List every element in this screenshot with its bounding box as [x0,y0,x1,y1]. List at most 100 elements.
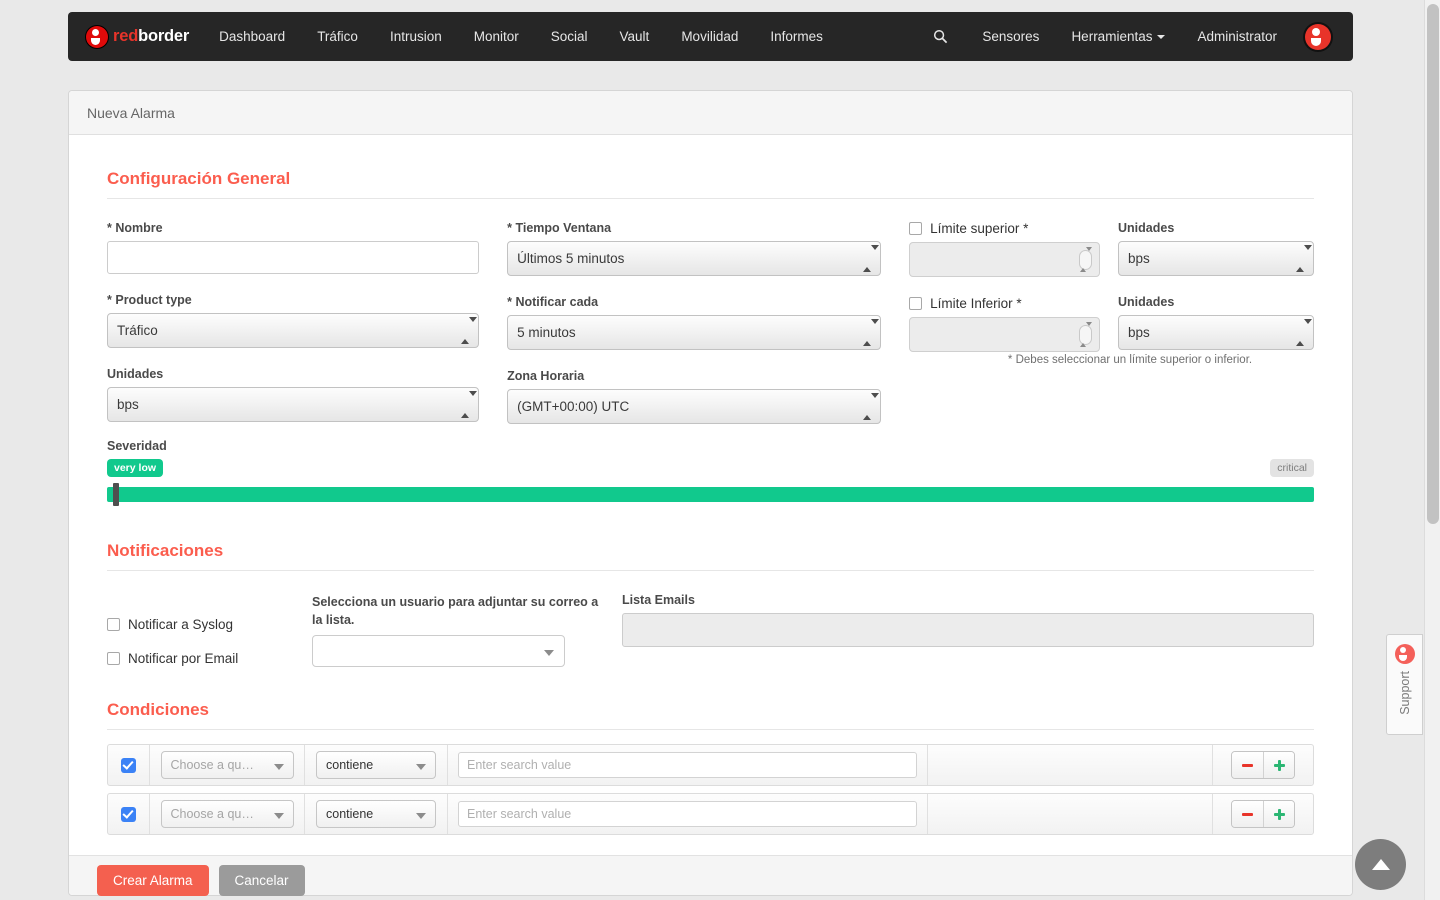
brand-logo[interactable]: redborder [86,25,189,48]
chevron-down-icon [416,764,426,770]
add-condition-button[interactable] [1263,752,1294,778]
field-nombre: * Nombre [107,221,480,274]
remove-condition-button[interactable] [1232,752,1263,778]
required-marker: * [507,221,512,235]
limite-superior-checkbox[interactable] [909,222,923,235]
nav-item-movilidad[interactable]: Movilidad [665,12,754,61]
condition-value-input[interactable] [458,752,917,778]
scrollbar-thumb[interactable] [1427,4,1439,524]
label-unidades-superior: Unidades [1118,221,1175,235]
form-column-2: * Tiempo Ventana Últimos 5 minutos * Not… [507,221,909,443]
condition-operator-cell: contiene [305,794,448,834]
syslog-checkbox[interactable] [107,618,120,631]
chevron-down-icon [273,813,284,819]
required-marker: * [507,295,512,309]
create-alarm-button[interactable]: Crear Alarma [97,865,209,896]
unidades-select[interactable]: bps [107,387,480,422]
nombre-input[interactable] [107,241,480,274]
support-label: Support [1397,671,1412,715]
condiciones-list: Choose a qu… contiene Enter search value… [107,744,1314,835]
label-syslog: Notificar a Syslog [128,617,234,632]
brand-red: red [113,27,139,45]
email-checkbox[interactable] [107,652,120,665]
nav-item-social[interactable]: Social [535,12,604,61]
nav-item-monitor[interactable]: Monitor [458,12,535,61]
label-nombre-text: Nombre [115,221,163,235]
redborder-logo-icon [86,25,108,48]
unidades-inferior-select[interactable]: bps [1118,315,1315,350]
condition-operator-select[interactable]: contiene [316,751,436,779]
condition-value-input[interactable] [458,801,917,827]
unidades-superior-select[interactable]: bps [1118,241,1315,276]
product-type-select[interactable]: Tráfico [107,313,480,348]
chevron-down-icon [1157,35,1166,40]
condition-actions-cell [1213,745,1313,785]
section-title-notificaciones: Notificaciones [107,541,224,560]
condition-field-cell: Choose a qu… [150,745,305,785]
remove-condition-button[interactable] [1232,801,1263,827]
limite-inferior-checkbox[interactable] [909,297,923,310]
field-unidades-superior: Unidades bps [1118,221,1315,276]
nav-item-vault[interactable]: Vault [604,12,666,61]
plus-icon [1273,759,1285,771]
search-icon[interactable] [915,29,966,44]
severity-block: Severidad very low critical [107,439,1314,513]
condition-actions-cell [1213,794,1313,834]
support-tab[interactable]: Support [1386,634,1423,735]
user-select-block: Selecciona un usuario para adjuntar su c… [312,593,622,672]
alarm-form-panel: Nueva Alarma Configuración General * Nom… [68,90,1353,896]
label-tiempo-ventana: * Tiempo Ventana [507,221,881,235]
condition-spacer-cell [928,745,1213,785]
zona-horaria-select[interactable]: (GMT+00:00) UTC [507,389,882,424]
label-limite-superior: Límite superior * [930,221,1029,236]
add-condition-button[interactable] [1263,801,1294,827]
minus-icon [1242,812,1253,816]
condition-field-cell: Choose a qu… [150,794,305,834]
table-row: Choose a qu… contiene [107,793,1314,835]
condition-operator-select[interactable]: contiene [316,800,436,828]
condition-value-cell [448,745,928,785]
condition-enabled-checkbox[interactable] [121,806,136,822]
condition-field-value: Choose a qu… [170,807,254,821]
nav-links: Dashboard Tráfico Intrusion Monitor Soci… [203,12,839,61]
condition-value-cell [448,794,928,834]
label-product-type-text: Product type [115,293,192,307]
main-navbar: redborder Dashboard Tráfico Intrusion Mo… [68,12,1353,61]
field-product-type: * Product type Tráfico [107,293,480,348]
nav-item-sensores[interactable]: Sensores [966,12,1055,61]
label-unidades-inferior: Unidades [1118,295,1175,309]
limite-inferior-input[interactable] [909,317,1101,352]
scroll-to-top-button[interactable] [1355,839,1406,890]
nav-item-trafico[interactable]: Tráfico [301,12,374,61]
severity-track[interactable] [107,487,1314,502]
chevron-down-icon [416,813,426,819]
field-limite-superior: Límite superior * [909,221,1101,277]
cancel-button[interactable]: Cancelar [218,865,305,896]
severity-slider[interactable]: very low critical [107,459,1314,513]
page-scrollbar[interactable] [1424,0,1440,900]
severity-handle[interactable] [113,483,119,506]
avatar[interactable] [1305,23,1331,50]
nav-item-administrator[interactable]: Administrator [1181,12,1293,61]
condition-field-select[interactable]: Choose a qu… [160,800,294,828]
condition-row-buttons [1231,800,1295,828]
nav-item-dashboard[interactable]: Dashboard [203,12,301,61]
limite-superior-input[interactable] [909,242,1101,277]
lista-emails-input[interactable] [622,613,1314,647]
condition-enable-cell [108,745,150,785]
nav-item-informes[interactable]: Informes [754,12,839,61]
condition-enabled-checkbox[interactable] [121,757,136,773]
condition-spacer-cell [928,794,1213,834]
condition-field-select[interactable]: Choose a qu… [160,751,294,779]
nav-item-herramientas[interactable]: Herramientas [1055,12,1181,61]
user-select-combobox[interactable] [312,635,565,668]
general-form-grid: * Nombre * Product type Tráfico Unidades… [107,221,1315,443]
nav-item-intrusion[interactable]: Intrusion [374,12,458,61]
page-title: Nueva Alarma [87,104,175,121]
notificar-cada-select[interactable]: 5 minutos [507,315,882,350]
field-tiempo-ventana: * Tiempo Ventana Últimos 5 minutos [507,221,882,276]
limit-requirement-note: * Debes seleccionar un límite superior o… [1007,354,1253,366]
tiempo-ventana-select[interactable]: Últimos 5 minutos [507,241,882,276]
form-column-4: Unidades bps Unidades bps * Debes selecc… [1008,221,1315,443]
brand-name: redborder [113,27,189,46]
